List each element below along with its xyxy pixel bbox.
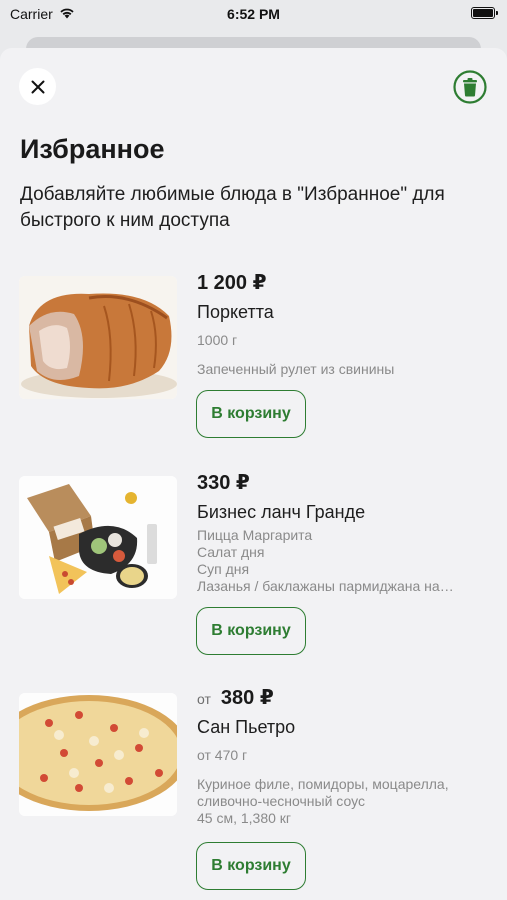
item-price: 380 ₽	[220, 687, 274, 709]
item-description-line: Салат дня	[197, 544, 265, 560]
close-button[interactable]	[19, 68, 56, 105]
dish-image-porchetta[interactable]	[19, 276, 177, 399]
item-name: Поркетта	[197, 302, 274, 322]
item-price: 1 200 ₽	[197, 272, 267, 294]
clear-favorites-button[interactable]	[451, 68, 488, 105]
clock: 6:52 PM	[227, 6, 280, 22]
item-description-line: 45 см, 1,380 кг	[197, 810, 292, 826]
favorite-item[interactable]: 330 ₽ Бизнес ланч Гранде Пицца Маргарита…	[0, 472, 507, 666]
price-row: от 380 ₽	[197, 685, 492, 711]
add-to-cart-button[interactable]: В корзину	[196, 390, 306, 438]
item-description-line: Куриное филе, помидоры, моцарелла,	[197, 776, 449, 792]
item-description-line: Лазанья / баклажаны пармиджана на…	[197, 578, 454, 594]
item-weight: 1000 г	[197, 332, 238, 348]
dish-image-san-pietro[interactable]	[19, 693, 177, 816]
item-weight: от 470 г	[197, 747, 248, 763]
item-price: 330 ₽	[197, 472, 250, 494]
add-to-cart-button[interactable]: В корзину	[196, 842, 306, 890]
item-description-line: Пицца Маргарита	[197, 527, 313, 543]
item-description-line: сливочно-чесночный соус	[197, 793, 365, 809]
trash-icon	[452, 69, 487, 104]
close-icon	[31, 80, 44, 93]
status-bar: Carrier 6:52 PM	[0, 0, 507, 30]
battery-icon	[471, 7, 498, 19]
item-name: Бизнес ланч Гранде	[197, 502, 366, 522]
item-info: от 380 ₽ Сан Пьетро от 470 г Куриное фил…	[197, 685, 492, 827]
dish-image-business-lunch[interactable]	[19, 476, 177, 599]
item-name: Сан Пьетро	[197, 717, 296, 737]
item-description-line: Суп дня	[197, 561, 250, 577]
item-info: 330 ₽ Бизнес ланч Гранде Пицца Маргарита…	[197, 470, 492, 595]
price-prefix: от	[197, 691, 211, 707]
add-to-cart-button[interactable]: В корзину	[196, 607, 306, 655]
price-row: 1 200 ₽	[197, 270, 492, 296]
page-subtitle: Добавляйте любимые блюда в "Избранное" д…	[20, 184, 445, 231]
favorite-item[interactable]: 1 200 ₽ Поркетта 1000 г Запеченный рулет…	[0, 272, 507, 446]
item-info: 1 200 ₽ Поркетта 1000 г Запеченный рулет…	[197, 270, 492, 378]
favorite-item[interactable]: от 380 ₽ Сан Пьетро от 470 г Куриное фил…	[0, 687, 507, 900]
page-title: Избранное	[20, 134, 165, 164]
price-row: 330 ₽	[197, 470, 492, 496]
item-description: Запеченный рулет из свинины	[197, 361, 395, 377]
